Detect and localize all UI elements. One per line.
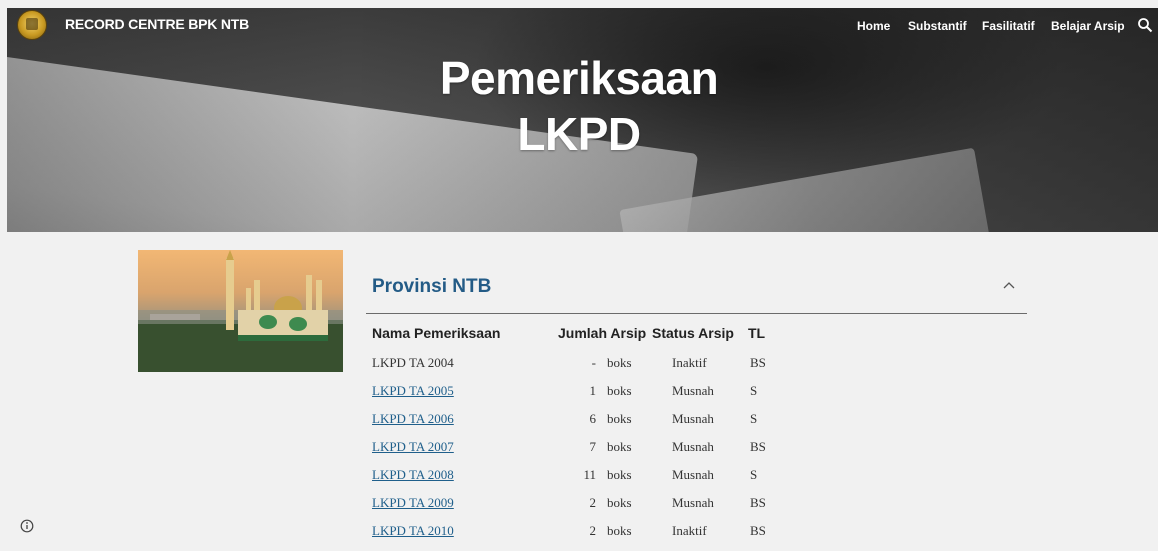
row-status: Musnah [672, 439, 714, 454]
page-title-line2: LKPD [517, 108, 641, 160]
row-tl: S [750, 467, 758, 482]
table-row: LKPD TA 2009 2 boks Musnah BS [0, 495, 1158, 523]
row-count: 2 [589, 495, 597, 510]
row-unit: boks [607, 523, 632, 538]
header-nama-pemeriksaan: Nama Pemeriksaan [372, 325, 501, 341]
header-tl: TL [748, 325, 766, 341]
row-name-link[interactable]: LKPD TA 2006 [372, 411, 454, 427]
row-tl: BS [750, 495, 766, 510]
row-unit: boks [607, 467, 632, 482]
chevron-up-icon[interactable] [1000, 277, 1018, 295]
page-title: Pemeriksaan LKPD [0, 50, 1158, 162]
table-row: LKPD TA 2006 6 boks Musnah S [0, 411, 1158, 439]
table-row: LKPD TA 2010 2 boks Inaktif BS [0, 523, 1158, 551]
row-unit: boks [607, 355, 632, 370]
table-row: LKPD TA 2007 7 boks Musnah BS [0, 439, 1158, 467]
nav-fasilitatif[interactable]: Fasilitatif [982, 19, 1035, 33]
row-status: Musnah [672, 467, 714, 482]
nav-substantif[interactable]: Substantif [908, 19, 967, 33]
search-icon[interactable] [1137, 17, 1153, 33]
row-count: 6 [589, 411, 597, 426]
table-row: LKPD TA 2005 1 boks Musnah S [0, 383, 1158, 411]
table-row: LKPD TA 2004 - boks Inaktif BS [0, 355, 1158, 383]
row-status: Inaktif [672, 523, 707, 538]
row-name-link[interactable]: LKPD TA 2005 [372, 383, 454, 399]
nav-home[interactable]: Home [857, 19, 890, 33]
row-tl: BS [750, 439, 766, 454]
row-unit: boks [607, 411, 632, 426]
row-count: 11 [583, 467, 596, 482]
row-tl: S [750, 383, 758, 398]
row-unit: boks [607, 495, 632, 510]
header-status-arsip: Status Arsip [652, 325, 734, 341]
row-unit: boks [607, 383, 632, 398]
table-row: LKPD TA 2008 11 boks Musnah S [0, 467, 1158, 495]
row-tl: BS [750, 523, 766, 538]
row-status: Inaktif [672, 355, 707, 370]
row-status: Musnah [672, 383, 714, 398]
row-status: Musnah [672, 411, 714, 426]
row-unit: boks [607, 439, 632, 454]
row-name-link[interactable]: LKPD TA 2008 [372, 467, 454, 483]
row-count: 2 [589, 523, 597, 538]
row-name-link[interactable]: LKPD TA 2009 [372, 495, 454, 511]
row-tl: BS [750, 355, 766, 370]
row-count: 7 [589, 439, 597, 454]
info-icon[interactable] [20, 519, 34, 533]
row-name: LKPD TA 2004 [372, 355, 454, 370]
row-count: 1 [589, 383, 597, 398]
nav-belajar-arsip[interactable]: Belajar Arsip [1051, 19, 1125, 33]
row-count: - [591, 355, 596, 370]
mosque-image [138, 250, 343, 372]
row-status: Musnah [672, 495, 714, 510]
row-name-link[interactable]: LKPD TA 2007 [372, 439, 454, 455]
page-title-line1: Pemeriksaan [439, 52, 719, 104]
section-divider [366, 313, 1027, 314]
top-nav: Home Substantif Fasilitatif Belajar Arsi… [0, 19, 1158, 39]
section-title[interactable]: Provinsi NTB [372, 276, 491, 298]
row-name-link[interactable]: LKPD TA 2010 [372, 523, 454, 539]
header-jumlah-arsip: Jumlah Arsip [558, 325, 647, 341]
row-tl: S [750, 411, 758, 426]
